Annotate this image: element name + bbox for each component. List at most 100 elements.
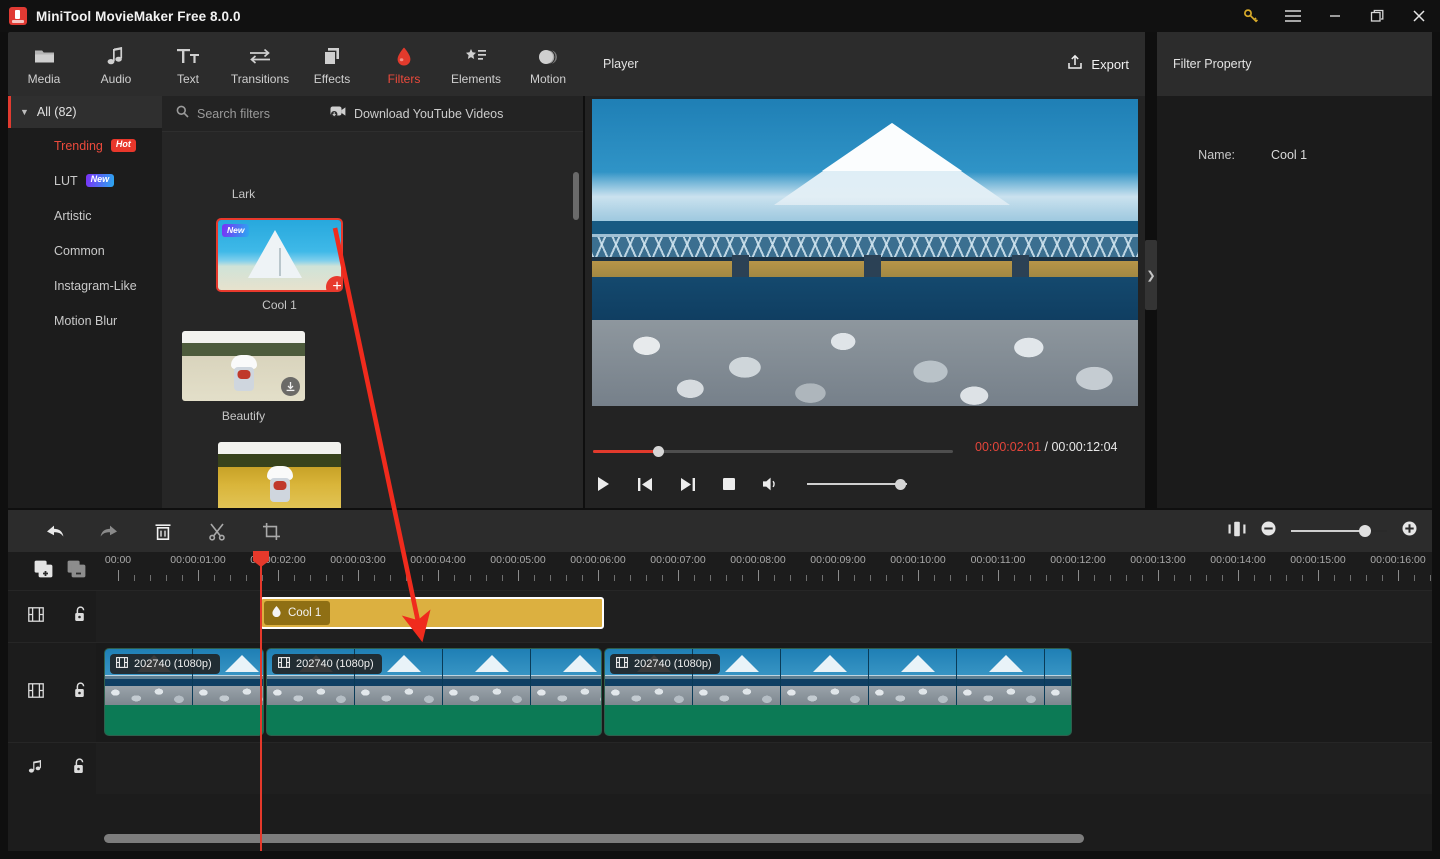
filter-item-beautify[interactable]: Beautify xyxy=(182,331,358,425)
ruler-time-label: 00:00:05:00 xyxy=(490,554,546,566)
maximize-icon[interactable] xyxy=(1356,0,1398,32)
zoom-handle[interactable] xyxy=(1359,525,1371,537)
filter-grid-scrollbar[interactable] xyxy=(573,172,579,220)
add-track-icon[interactable] xyxy=(34,560,53,583)
next-frame-button[interactable] xyxy=(677,474,697,494)
menu-icon[interactable] xyxy=(1272,0,1314,32)
clip-name: 202740 (1080p) xyxy=(296,658,374,670)
timeline-clip-video[interactable]: 202740 (1080p) xyxy=(266,648,602,736)
ruler-minor-tick xyxy=(726,575,727,581)
ruler-minor-tick xyxy=(1142,575,1143,581)
sidebar-item-instagram-like[interactable]: Instagram-Like xyxy=(8,268,162,303)
ruler-time-label: 00:00 xyxy=(104,554,132,566)
ruler-major-tick xyxy=(518,570,519,581)
timeline-zoom-slider[interactable] xyxy=(1291,525,1387,537)
ruler-major-tick xyxy=(918,570,919,581)
ruler-minor-tick xyxy=(182,575,183,581)
sidebar-item-trending[interactable]: Trending Hot xyxy=(8,128,162,163)
toolbar-item-audio[interactable]: Audio xyxy=(80,42,152,86)
timeline-ruler[interactable]: 00:00 00:00:01:00 00:00:02:00 00:00:03:00 00… xyxy=(96,552,1432,590)
redo-button[interactable] xyxy=(82,510,136,552)
toolbar-label-audio: Audio xyxy=(100,72,132,86)
ruler-major-tick xyxy=(758,570,759,581)
timeline-clip-video[interactable]: 202740 (1080p) xyxy=(104,648,264,736)
toolbar-item-motion[interactable]: Motion xyxy=(512,42,584,86)
volume-handle[interactable] xyxy=(895,479,906,490)
unlock-icon[interactable] xyxy=(74,682,87,703)
play-button[interactable] xyxy=(593,474,613,494)
search-input[interactable]: Search filters xyxy=(176,105,270,123)
toolbar-item-text[interactable]: Text xyxy=(152,42,224,86)
timeline-clip-filter[interactable]: Cool 1 xyxy=(260,597,604,629)
timeline-horizontal-scrollbar[interactable] xyxy=(104,834,1084,843)
volume-button[interactable] xyxy=(761,474,781,494)
ruler-minor-tick xyxy=(1270,575,1271,581)
ruler-time-label: 00:00:04:00 xyxy=(410,554,466,566)
toolbar-item-media[interactable]: Media xyxy=(8,42,80,86)
timeline-track-headers xyxy=(8,552,96,851)
filter-thumbnail[interactable] xyxy=(218,442,341,508)
toolbar-item-filters[interactable]: Filters xyxy=(368,42,440,86)
title-bar: MiniTool MovieMaker Free 8.0.0 xyxy=(0,0,1440,32)
clip-label-chip: 202740 (1080p) xyxy=(110,654,220,674)
player-controls xyxy=(593,470,907,498)
zoom-out-button[interactable] xyxy=(1260,520,1277,542)
filter-grid: Ink Well Lark New + Cool 1 xyxy=(162,132,583,508)
timeline-track-video[interactable]: 202740 (1080p) 202740 (1080p) 202740 (10… xyxy=(96,642,1432,742)
crop-button[interactable] xyxy=(244,510,298,552)
property-panel-title: Filter Property xyxy=(1173,57,1252,71)
close-icon[interactable] xyxy=(1398,0,1440,32)
toolbar-item-transitions[interactable]: Transitions xyxy=(224,42,296,86)
ruler-minor-tick xyxy=(1190,575,1191,581)
timeline-playhead[interactable] xyxy=(253,551,269,851)
split-button[interactable] xyxy=(190,510,244,552)
ruler-minor-tick xyxy=(790,575,791,581)
timeline-track-audio[interactable] xyxy=(96,742,1432,794)
timeline-track-filter[interactable]: Cool 1 xyxy=(96,590,1432,642)
ruler-time-label: 00:00:03:00 xyxy=(330,554,386,566)
decor-shape xyxy=(278,248,281,276)
filter-item-cool-1[interactable]: New + Cool 1 xyxy=(216,218,394,314)
sidebar-item-lut[interactable]: LUT New xyxy=(8,163,162,198)
sidebar-item-common[interactable]: Common xyxy=(8,233,162,268)
filter-item-kevin[interactable]: Kevin xyxy=(218,442,394,508)
undo-button[interactable] xyxy=(28,510,82,552)
panel-collapse-handle[interactable]: ❯ xyxy=(1145,240,1157,310)
ruler-minor-tick xyxy=(566,575,567,581)
unlock-icon[interactable] xyxy=(74,606,87,627)
ruler-major-tick xyxy=(1318,570,1319,581)
remove-track-icon[interactable] xyxy=(67,560,86,583)
timeline-clip-video[interactable]: 202740 (1080p) xyxy=(604,648,1072,736)
unlock-icon[interactable] xyxy=(73,758,86,779)
ruler-minor-tick xyxy=(486,575,487,581)
download-filter-button[interactable] xyxy=(281,377,300,396)
ruler-minor-tick xyxy=(246,575,247,581)
filter-thumbnail[interactable] xyxy=(182,331,305,401)
stop-button[interactable] xyxy=(719,474,739,494)
ruler-minor-tick xyxy=(134,575,135,581)
ruler-minor-tick xyxy=(1302,575,1303,581)
ruler-minor-tick xyxy=(1430,575,1431,581)
category-all[interactable]: ▼ All (82) xyxy=(8,96,162,128)
video-preview-area[interactable] xyxy=(585,96,1145,408)
zoom-in-button[interactable] xyxy=(1401,520,1418,542)
key-icon[interactable] xyxy=(1230,0,1272,32)
export-button[interactable]: Export xyxy=(1067,54,1129,75)
sidebar-item-artistic[interactable]: Artistic xyxy=(8,198,162,233)
delete-button[interactable] xyxy=(136,510,190,552)
effects-squares-icon xyxy=(322,45,342,67)
previous-frame-button[interactable] xyxy=(635,474,655,494)
sidebar-item-motion-blur[interactable]: Motion Blur xyxy=(8,303,162,338)
fit-to-window-icon[interactable] xyxy=(1228,521,1246,542)
ruler-minor-tick xyxy=(646,575,647,581)
player-seek-slider[interactable] xyxy=(593,446,953,457)
filter-thumbnail[interactable]: New + xyxy=(216,218,343,292)
minimize-icon[interactable] xyxy=(1314,0,1356,32)
toolbar-item-elements[interactable]: Elements xyxy=(440,42,512,86)
toolbar-item-effects[interactable]: Effects xyxy=(296,42,368,86)
music-note-icon xyxy=(28,759,43,779)
volume-slider[interactable] xyxy=(807,478,907,490)
download-youtube-videos-button[interactable]: Download YouTube Videos xyxy=(330,105,503,123)
category-all-label: All (82) xyxy=(36,105,77,119)
seek-handle[interactable] xyxy=(653,446,664,457)
